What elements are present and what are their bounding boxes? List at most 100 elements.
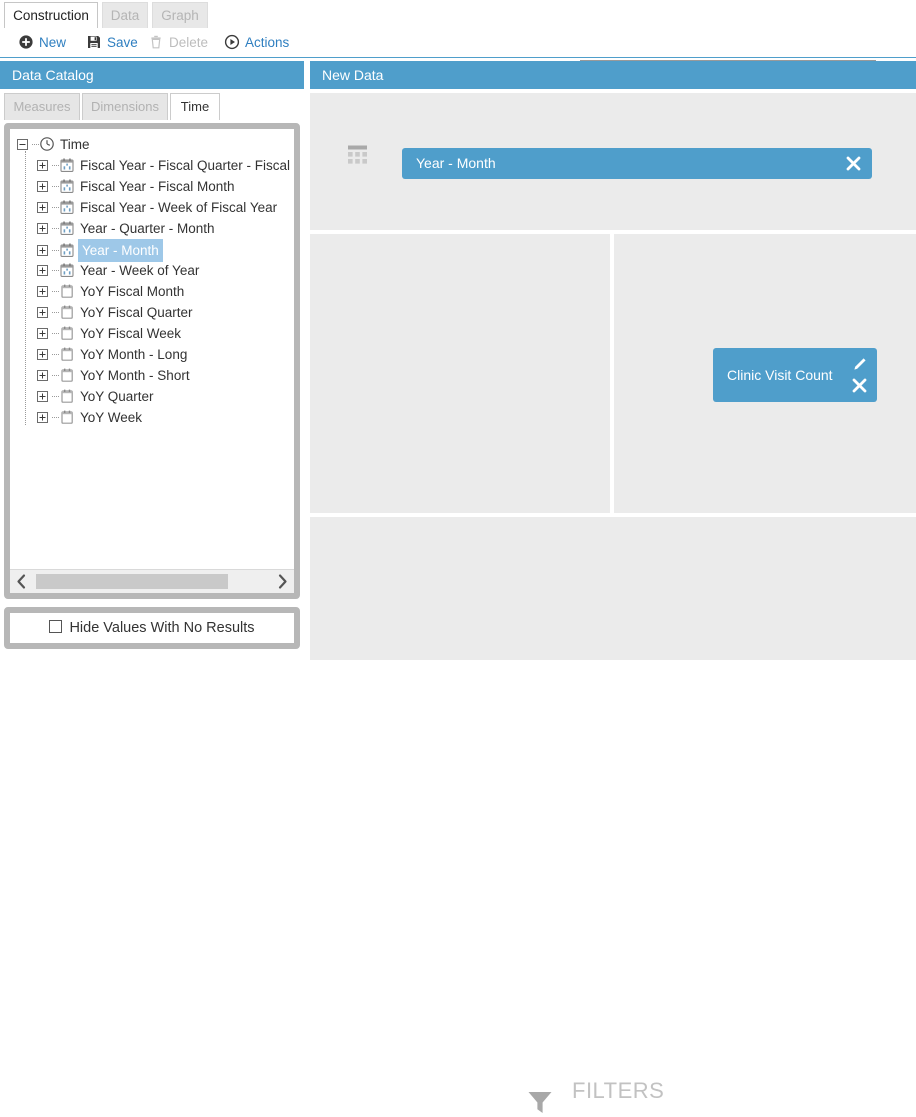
expand-toggle-icon[interactable] [37, 181, 48, 192]
tree-root-label: Time [60, 137, 90, 152]
chip-year-month[interactable]: Year - Month [402, 148, 872, 179]
tree-item-label: YoY Fiscal Month [80, 284, 185, 299]
tree-item-label: Fiscal Year - Fiscal Month [80, 179, 235, 194]
new-data-header: New Data [310, 61, 916, 89]
expand-toggle-icon[interactable] [37, 265, 48, 276]
calendar-icon [59, 409, 75, 425]
calendar-hierarchy-icon [59, 242, 75, 258]
calendar-hierarchy-icon [59, 220, 75, 236]
tree-item-year-month[interactable]: Year - Month [10, 239, 294, 262]
hide-values-checkbox[interactable] [49, 620, 63, 633]
columns-dropzone[interactable]: Year - Month [310, 93, 916, 230]
calendar-icon [59, 388, 75, 404]
tree-item-fiscal-year-fiscal-month[interactable]: Fiscal Year - Fiscal Month [10, 176, 294, 197]
tree-item-fiscal-year-week-of-fiscal-year[interactable]: Fiscal Year - Week of Fiscal Year [10, 197, 294, 218]
filters-dropzone[interactable]: FILTERS [310, 517, 916, 1113]
chip-clinic-visit-count[interactable]: Clinic Visit Count [713, 348, 877, 402]
chip-label: Clinic Visit Count [727, 367, 833, 383]
delete-button-label: Delete [169, 35, 209, 50]
tree-connector [52, 202, 59, 213]
expand-toggle-icon[interactable] [37, 349, 48, 360]
tree-item-yoy-week[interactable]: YoY Week [10, 407, 294, 428]
tree-item-year-week-of-year[interactable]: Year - Week of Year [10, 260, 294, 281]
calendar-hierarchy-icon [59, 178, 75, 194]
expand-toggle-icon[interactable] [37, 202, 48, 213]
catalog-tab-bar: Measures Dimensions Time [0, 93, 304, 123]
chip-label: Year - Month [416, 155, 496, 171]
calendar-icon [59, 367, 75, 383]
tree-item-label: Fiscal Year - Fiscal Quarter - Fiscal M [80, 158, 294, 173]
hide-values-panel: Hide Values With No Results [4, 607, 300, 649]
tree-item-label: Year - Week of Year [80, 263, 200, 278]
tree-connector [52, 307, 59, 318]
scrollbar-thumb[interactable] [36, 574, 228, 589]
data-catalog-header: Data Catalog [0, 61, 304, 89]
time-tree-panel: Time Fiscal Year - Fiscal Quarter - Fisc… [4, 123, 300, 599]
tab-construction[interactable]: Construction [4, 2, 98, 28]
columns-icon [345, 142, 371, 168]
expand-toggle-icon[interactable] [37, 307, 48, 318]
tree-root-time[interactable]: Time [10, 134, 294, 155]
calendar-hierarchy-icon [59, 199, 75, 215]
tree-connector [52, 412, 59, 423]
tree-item-yoy-fiscal-week[interactable]: YoY Fiscal Week [10, 323, 294, 344]
save-button[interactable]: Save [86, 33, 138, 53]
tree-item-label: Year - Quarter - Month [80, 221, 215, 236]
catalog-tab-dimensions: Dimensions [82, 93, 168, 120]
tree-item-yoy-month-long[interactable]: YoY Month - Long [10, 344, 294, 365]
tree-item-label: Fiscal Year - Week of Fiscal Year [80, 200, 278, 215]
expand-toggle-icon[interactable] [37, 223, 48, 234]
catalog-tab-time[interactable]: Time [170, 93, 220, 120]
calendar-hierarchy-icon [59, 262, 75, 278]
close-icon[interactable] [851, 377, 868, 394]
expand-toggle-icon[interactable] [37, 286, 48, 297]
new-button-label: New [39, 35, 67, 50]
tree-item-label: Year - Month [78, 239, 163, 262]
tree-item-yoy-fiscal-month[interactable]: YoY Fiscal Month [10, 281, 294, 302]
pencil-icon[interactable] [851, 356, 868, 373]
filters-caption: FILTERS [572, 1078, 665, 1103]
tab-graph: Graph [152, 2, 208, 28]
tree-item-label: YoY Quarter [80, 389, 154, 404]
floppy-disk-icon [86, 34, 102, 50]
hide-values-checkbox-row[interactable]: Hide Values With No Results [10, 613, 294, 643]
delete-button: Delete [148, 33, 208, 53]
plus-circle-icon [18, 34, 34, 50]
tree-connector [32, 139, 39, 150]
expand-toggle-icon[interactable] [37, 391, 48, 402]
tree-horizontal-scrollbar[interactable] [10, 569, 294, 593]
expand-toggle-icon[interactable] [37, 328, 48, 339]
expand-toggle-icon[interactable] [37, 370, 48, 381]
close-icon[interactable] [845, 155, 862, 172]
tree-item-label: YoY Month - Long [80, 347, 188, 362]
expand-toggle-icon[interactable] [37, 412, 48, 423]
actions-button[interactable]: Actions [224, 33, 289, 53]
tree-connector [52, 286, 59, 297]
actions-button-label: Actions [245, 35, 290, 50]
chevron-right-icon[interactable] [270, 570, 294, 593]
tree-item-fiscal-year-fiscal-quarter-fiscal-month[interactable]: Fiscal Year - Fiscal Quarter - Fiscal M [10, 155, 294, 176]
tree-connector [52, 223, 59, 234]
chevron-left-icon[interactable] [10, 570, 34, 593]
funnel-icon [525, 1087, 552, 1113]
expand-toggle-icon[interactable] [37, 245, 48, 256]
tree-connector [52, 349, 59, 360]
measures-dropzone[interactable]: Clinic Visit Count [614, 234, 916, 618]
save-button-label: Save [107, 35, 138, 50]
trash-icon [148, 34, 164, 50]
tree-item-yoy-month-short[interactable]: YoY Month - Short [10, 365, 294, 386]
expand-toggle-icon[interactable] [37, 160, 48, 171]
hide-values-label: Hide Values With No Results [69, 620, 255, 636]
rows-dropzone[interactable]: ROWS [310, 234, 610, 616]
tree-connector [52, 181, 59, 192]
collapse-toggle-icon[interactable] [17, 139, 28, 150]
calendar-icon [59, 346, 75, 362]
new-button[interactable]: New [18, 33, 66, 53]
tree-scroll-viewport: Time Fiscal Year - Fiscal Quarter - Fisc… [10, 129, 294, 569]
tree-item-yoy-quarter[interactable]: YoY Quarter [10, 386, 294, 407]
tree-item-yoy-fiscal-quarter[interactable]: YoY Fiscal Quarter [10, 302, 294, 323]
calendar-icon [59, 304, 75, 320]
time-tree: Time Fiscal Year - Fiscal Quarter - Fisc… [10, 134, 294, 428]
tree-item-year-quarter-month[interactable]: Year - Quarter - Month [10, 218, 294, 239]
calendar-hierarchy-icon [59, 157, 75, 173]
